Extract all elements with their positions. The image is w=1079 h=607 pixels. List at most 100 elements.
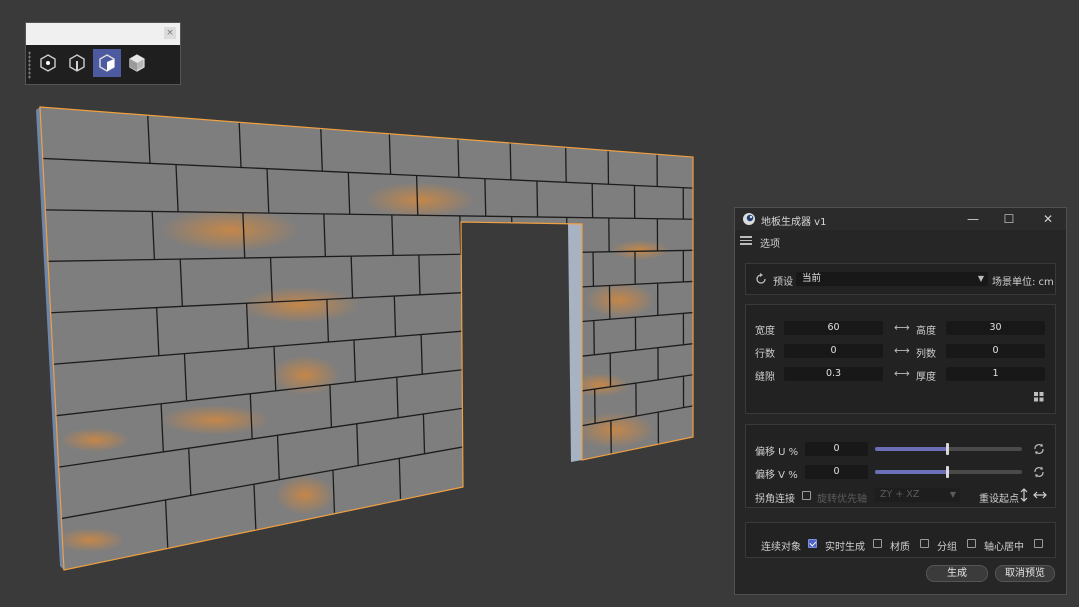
thickness-input[interactable]: 1 — [946, 367, 1045, 381]
gap-label: 缝隙 — [755, 372, 775, 383]
menu-bar: 选项 — [735, 232, 1066, 250]
brick-column-line — [565, 147, 567, 183]
minimize-button[interactable]: — — [965, 211, 981, 227]
edge-mode-button[interactable] — [63, 49, 91, 77]
realtime-checkbox[interactable] — [873, 539, 882, 548]
cols-label: 列数 — [916, 349, 936, 360]
corner-join-label: 拐角连接 — [755, 494, 795, 505]
brick-column-line — [538, 324, 541, 361]
brick-column-line — [464, 446, 468, 485]
window-titlebar[interactable]: 地板生成器 v1 — ☐ ✕ — [735, 208, 1066, 230]
palette-titlebar[interactable]: × — [26, 23, 180, 45]
brick-column-line — [509, 142, 512, 180]
center-pivot-label: 轴心居中 — [984, 542, 1024, 553]
point-mode-button[interactable] — [34, 49, 62, 77]
connect-objects-label: 连续对象 — [761, 542, 801, 553]
chevron-down-icon: ▼ — [977, 274, 984, 283]
model-mode-button[interactable] — [123, 49, 151, 77]
floor-generator-window: 地板生成器 v1 — ☐ ✕ 选项 预设 当前 ▼ 场景单位: cm 宽度 60… — [734, 207, 1067, 595]
brick-column-line — [487, 329, 490, 367]
model-mode-icon — [129, 54, 145, 72]
brick-column-line — [536, 180, 539, 217]
grid-layout-icon[interactable] — [1034, 392, 1044, 402]
realtime-label: 实时生成 — [825, 542, 865, 553]
maximize-button[interactable]: ☐ — [1001, 211, 1017, 227]
cinema4d-logo-icon — [743, 213, 755, 225]
generate-button[interactable]: 生成 — [926, 565, 988, 582]
point-mode-icon — [40, 54, 56, 72]
brick-column-line — [567, 287, 569, 323]
offset-v-slider-fill — [875, 470, 948, 474]
material-label: 材质 — [890, 542, 910, 553]
mode-palette: × — [25, 22, 181, 85]
preset-dropdown[interactable]: 当前 ▼ — [796, 272, 988, 286]
offset-u-slider-thumb[interactable] — [946, 443, 950, 455]
chevron-down-icon: ▼ — [949, 490, 956, 499]
offset-u-input[interactable]: 0 — [805, 442, 868, 456]
center-pivot-checkbox[interactable] — [1034, 539, 1043, 548]
brick-column-line — [540, 396, 543, 433]
options-group: 连续对象 实时生成 材质 分组 轴心居中 — [745, 522, 1056, 558]
group-checkbox[interactable] — [967, 539, 976, 548]
brick-column-line — [511, 216, 514, 254]
width-label: 宽度 — [755, 326, 775, 337]
brick-column-line — [484, 178, 487, 217]
offset-v-reset-icon[interactable] — [1033, 466, 1045, 478]
dimensions-group: 宽度 60 ⟷ 高度 30 行数 0 ⟷ 列数 0 缝隙 0.3 ⟷ 厚度 1 — [745, 304, 1056, 414]
offset-u-reset-icon[interactable] — [1033, 443, 1045, 455]
offset-u-slider[interactable] — [875, 443, 1022, 455]
brick-column-line — [569, 427, 571, 463]
corner-join-checkbox[interactable] — [802, 491, 811, 500]
cols-input[interactable]: 0 — [946, 344, 1045, 358]
gap-input[interactable]: 0.3 — [784, 367, 883, 381]
door-jamb — [568, 224, 582, 462]
offset-v-input[interactable]: 0 — [805, 465, 868, 479]
offsets-group: 偏移 U % 0 偏移 V % 0 拐角连接 旋转优先轴 ZY + XZ ▼ 重… — [745, 424, 1056, 508]
reset-start-label: 重设起点 — [979, 494, 1019, 505]
offset-v-slider[interactable] — [875, 466, 1022, 478]
preset-reload-icon[interactable] — [755, 273, 767, 285]
rows-input[interactable]: 0 — [784, 344, 883, 358]
width-input[interactable]: 60 — [784, 321, 883, 335]
offset-v-slider-thumb[interactable] — [946, 466, 950, 478]
gap-thickness-link-icon[interactable]: ⟷ — [894, 367, 910, 381]
brick-column-line — [512, 290, 515, 328]
brick-column-line — [485, 253, 489, 292]
close-button[interactable]: ✕ — [1040, 211, 1056, 227]
height-input[interactable]: 30 — [946, 321, 1045, 335]
brick-column-line — [463, 369, 466, 409]
rows-cols-link-icon[interactable]: ⟷ — [894, 344, 910, 358]
thickness-label: 厚度 — [916, 372, 936, 383]
offset-u-label: 偏移 U % — [755, 447, 799, 458]
preset-value: 当前 — [802, 273, 822, 284]
edge-mode-icon — [69, 54, 85, 72]
connect-objects-checkbox[interactable] — [808, 539, 817, 548]
brick-column-line — [566, 217, 568, 253]
rows-label: 行数 — [755, 349, 775, 360]
window-title: 地板生成器 v1 — [761, 217, 827, 228]
polygon-mode-button[interactable] — [93, 49, 121, 77]
offset-u-slider-fill — [875, 447, 948, 451]
scene-unit-label: 场景单位: cm — [992, 277, 1054, 288]
cancel-preview-button[interactable]: 取消预览 — [995, 565, 1055, 582]
priority-axis-value: ZY + XZ — [880, 489, 920, 500]
vertical-arrow-icon[interactable] — [1020, 488, 1028, 502]
priority-axis-dropdown[interactable]: ZY + XZ ▼ — [874, 488, 960, 502]
group-label: 分组 — [937, 542, 957, 553]
polygon-mode-icon — [99, 54, 115, 72]
brick-column-line — [513, 363, 517, 401]
palette-grip-handle[interactable] — [28, 51, 31, 79]
menu-hamburger-icon[interactable] — [740, 236, 752, 245]
preset-group: 预设 当前 ▼ 场景单位: cm — [745, 263, 1056, 295]
palette-close-button[interactable]: × — [164, 27, 176, 39]
brick-column-line — [489, 404, 492, 442]
menu-options[interactable]: 选项 — [760, 235, 780, 250]
horizontal-arrow-icon[interactable] — [1033, 490, 1047, 500]
priority-axis-label: 旋转优先轴 — [817, 494, 867, 505]
material-checkbox[interactable] — [920, 539, 929, 548]
height-label: 高度 — [916, 326, 936, 337]
brick-column-line — [537, 252, 540, 289]
width-height-link-icon[interactable]: ⟷ — [894, 321, 910, 335]
brick-column-line — [515, 437, 518, 475]
offset-v-label: 偏移 V % — [755, 470, 798, 481]
